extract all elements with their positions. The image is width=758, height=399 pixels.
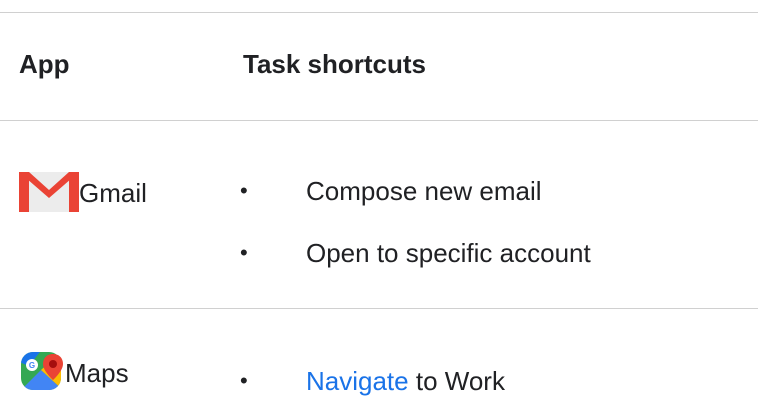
- gmail-icon: [19, 168, 79, 217]
- bullet: •: [240, 178, 248, 203]
- column-header-app: App: [19, 49, 70, 79]
- shortcut-text: to Work: [408, 366, 505, 396]
- divider: [0, 120, 758, 121]
- app-cell-gmail: Gmail: [19, 168, 147, 217]
- svg-text:G: G: [29, 361, 35, 370]
- list-item: • Open to specific account: [240, 238, 591, 268]
- app-cell-maps: G Maps: [19, 348, 129, 397]
- app-name: Gmail: [79, 177, 147, 208]
- divider: [0, 308, 758, 309]
- shortcut-text: Compose new email: [306, 176, 542, 206]
- bullet: •: [240, 240, 248, 265]
- list-item: • Compose new email: [240, 176, 542, 206]
- column-header-task-shortcuts: Task shortcuts: [243, 49, 427, 79]
- list-item: • Navigate to Work: [240, 366, 505, 396]
- bullet: •: [240, 368, 248, 393]
- navigate-link[interactable]: Navigate: [306, 366, 409, 396]
- shortcut-text: Open to specific account: [306, 238, 591, 268]
- divider: [0, 12, 758, 13]
- maps-icon: G: [19, 348, 65, 397]
- app-name: Maps: [65, 357, 129, 388]
- shortcut-text-wrap: Navigate to Work: [306, 366, 505, 396]
